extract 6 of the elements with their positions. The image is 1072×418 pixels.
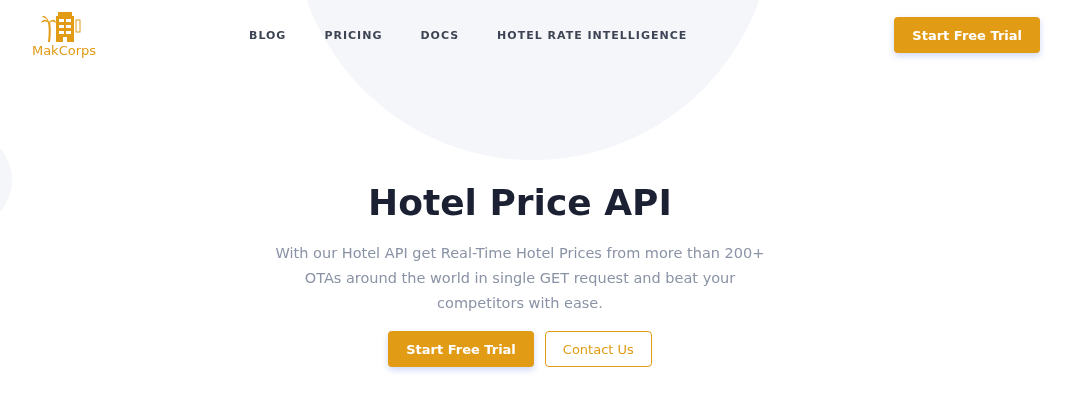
hero-title: Hotel Price API [368,181,672,225]
nav-link[interactable]: DOCS [420,28,460,42]
nav-link[interactable]: BLOG [249,28,287,42]
hero-description: With our Hotel API get Real-Time Hotel Prices from more than 200+ OTAs around the world in single GET request and beat your competitors with ease. [274,244,766,313]
nav-link[interactable]: HOTEL RATE INTELLIGENCE [497,28,688,42]
nav-link[interactable]: PRICING [324,28,383,42]
